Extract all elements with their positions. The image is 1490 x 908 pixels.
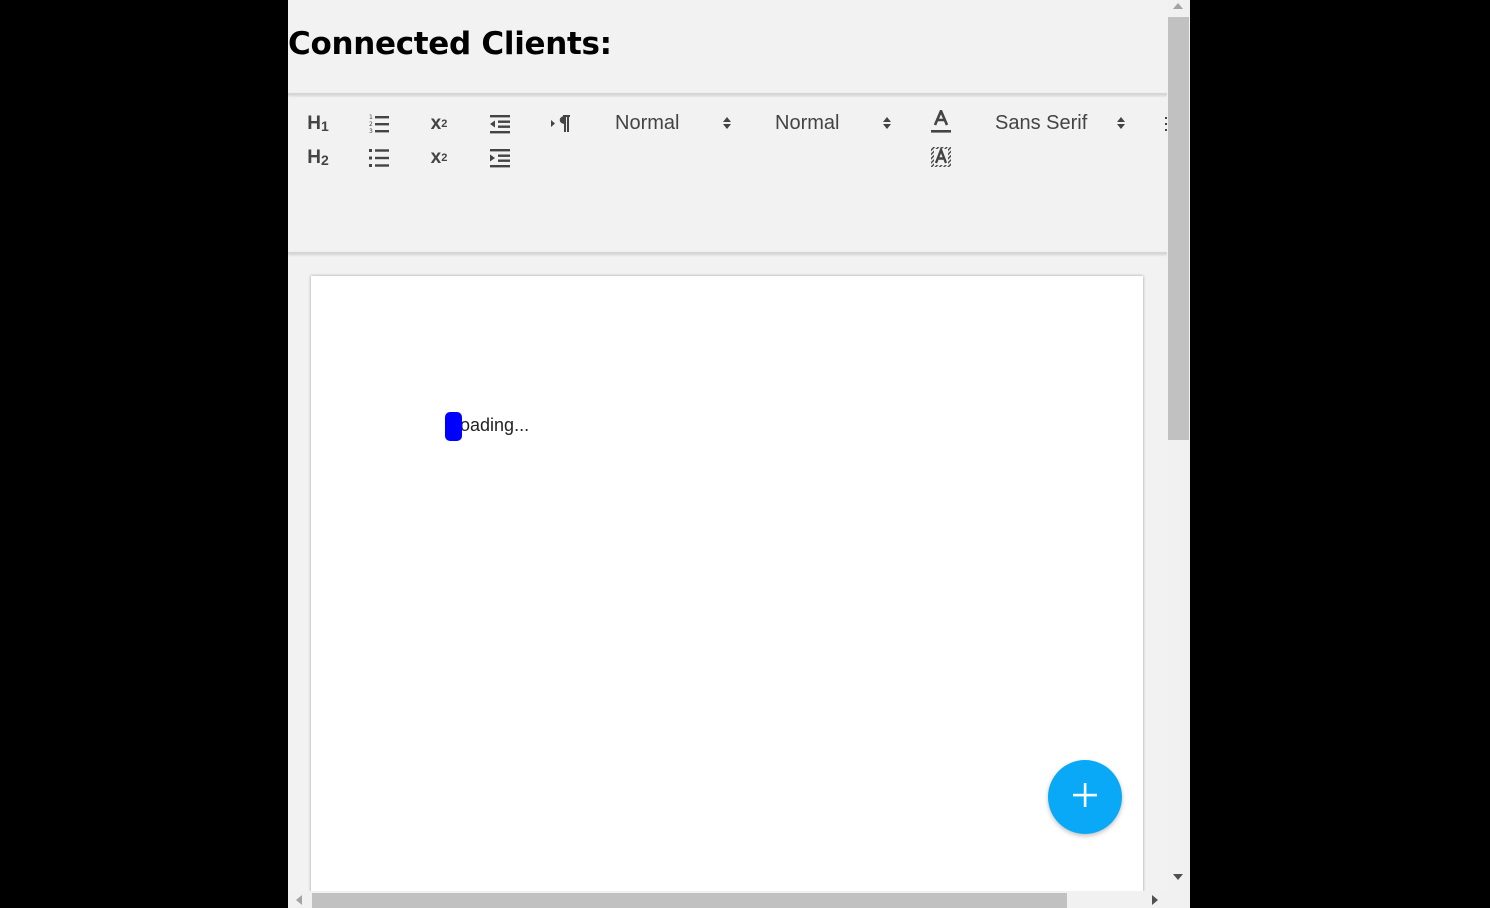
scrollbar-corner <box>1167 891 1190 908</box>
indent-icon <box>489 148 511 168</box>
background-color-button[interactable] <box>927 144 955 170</box>
text-direction-button[interactable] <box>547 111 575 137</box>
svg-text:3: 3 <box>369 128 373 135</box>
header2-button[interactable]: H2 <box>304 145 332 171</box>
font-picker-label: Sans Serif <box>995 111 1088 134</box>
font-color-button[interactable] <box>927 109 955 135</box>
header-picker[interactable]: Normal <box>775 110 895 136</box>
subscript-button[interactable]: x2 <box>425 111 453 137</box>
outdent-button[interactable] <box>486 111 514 137</box>
header1-sub: 1 <box>320 118 329 134</box>
subscript-label: x <box>430 113 442 134</box>
header1-button[interactable]: H1 <box>304 111 332 137</box>
chevron-up-down-icon <box>722 115 732 131</box>
svg-text:1: 1 <box>369 114 373 121</box>
outdent-icon <box>489 114 511 134</box>
ordered-list-button[interactable]: 1 2 3 <box>365 111 393 137</box>
scroll-left-icon[interactable] <box>296 895 302 905</box>
superscript-label: x <box>430 147 442 168</box>
more-tools-button[interactable] <box>1158 111 1167 137</box>
superscript-index: 2 <box>441 152 448 164</box>
bullet-list-button[interactable] <box>365 145 393 171</box>
horizontal-scrollbar[interactable] <box>288 891 1167 908</box>
bullet-list-icon <box>368 148 390 168</box>
background-color-icon <box>930 146 952 168</box>
page-title: Connected Clients: <box>288 26 612 62</box>
chevron-up-down-icon <box>1116 115 1126 131</box>
chevron-up-down-icon <box>882 115 892 131</box>
subscript-index: 2 <box>441 118 448 130</box>
plus-icon <box>1072 782 1098 813</box>
more-tools-icon <box>1158 114 1167 134</box>
size-picker-label: Normal <box>615 111 680 134</box>
size-picker[interactable]: Normal <box>615 110 735 136</box>
indent-button[interactable] <box>486 145 514 171</box>
text-direction-icon <box>550 114 572 134</box>
toolbar-bottom-border <box>288 252 1167 254</box>
editor-page[interactable]: Loading... <box>311 276 1143 908</box>
font-color-icon <box>930 110 952 134</box>
header-picker-label: Normal <box>775 111 840 134</box>
header2-sub: 2 <box>320 152 329 168</box>
scroll-down-icon[interactable] <box>1173 874 1183 880</box>
vertical-scroll-thumb[interactable] <box>1168 17 1189 440</box>
font-picker[interactable]: Sans Serif <box>995 110 1135 136</box>
header2-label: H <box>307 147 321 168</box>
scroll-up-icon[interactable] <box>1173 3 1183 9</box>
add-button[interactable] <box>1048 760 1122 834</box>
scroll-right-icon[interactable] <box>1152 895 1158 905</box>
vertical-scrollbar[interactable] <box>1167 0 1190 891</box>
toolbar-top-border <box>288 93 1167 95</box>
remote-cursor <box>445 412 462 441</box>
header1-label: H <box>307 113 321 134</box>
svg-text:2: 2 <box>369 121 373 128</box>
horizontal-scroll-thumb[interactable] <box>312 893 1067 908</box>
superscript-button[interactable]: x2 <box>425 145 453 171</box>
ordered-list-icon: 1 2 3 <box>368 113 390 135</box>
app-viewport: Connected Clients: H1 1 2 3 x2 Normal No… <box>288 0 1190 908</box>
